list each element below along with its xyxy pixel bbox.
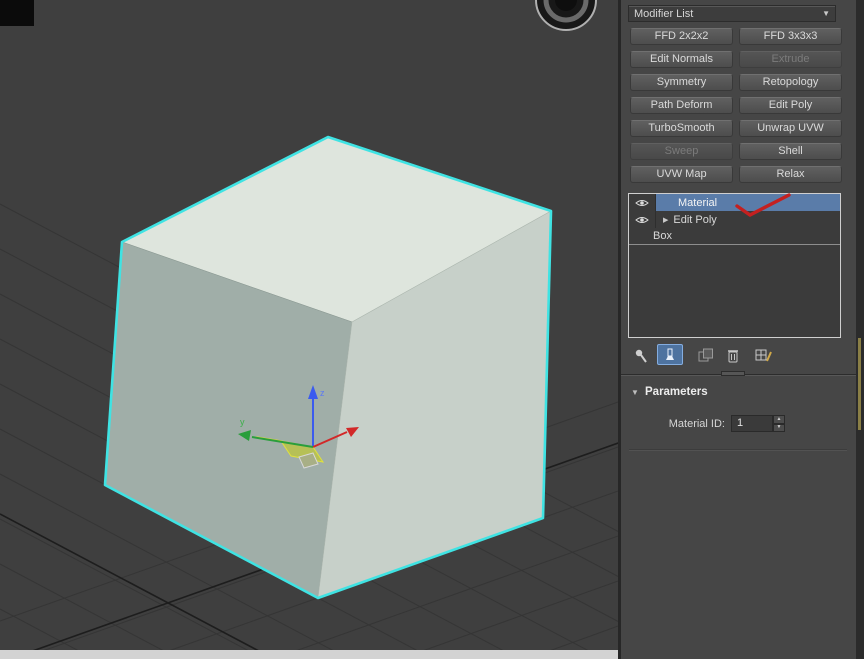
- spinner-up-icon[interactable]: ▲: [773, 415, 785, 424]
- show-end-result-button[interactable]: [657, 344, 683, 365]
- material-id-label: Material ID:: [668, 418, 725, 430]
- make-unique-icon: [698, 348, 713, 362]
- configure-modifier-sets-button[interactable]: [753, 346, 773, 364]
- stack-item-label: Box: [653, 230, 672, 242]
- stack-item-label: Material: [678, 196, 718, 209]
- y-axis-label: y: [240, 417, 245, 427]
- modifier-button-edit-poly[interactable]: Edit Poly: [739, 97, 842, 114]
- modifier-list-dropdown[interactable]: Modifier List ▼: [628, 5, 836, 22]
- modifier-button-sweep: Sweep: [630, 143, 733, 160]
- viewport-canvas[interactable]: z y: [0, 0, 622, 659]
- show-end-result-icon: [666, 348, 674, 360]
- stack-item-material[interactable]: Material: [629, 194, 840, 211]
- material-id-input[interactable]: 1: [731, 415, 773, 432]
- chevron-down-icon: ▼: [822, 9, 830, 18]
- rollout-separator-handle[interactable]: [721, 371, 745, 376]
- visibility-eye-icon[interactable]: [629, 194, 656, 211]
- modifier-button-ffd2x2x2[interactable]: FFD 2x2x2: [630, 28, 733, 45]
- material-id-spinner: ▲ ▼: [773, 415, 785, 432]
- stack-item-edit-poly[interactable]: ▶ Edit Poly: [629, 211, 840, 228]
- remove-modifier-button[interactable]: [725, 346, 741, 364]
- trash-icon: [728, 349, 738, 362]
- modifier-button-turbosmooth[interactable]: TurboSmooth: [630, 120, 733, 137]
- modifier-button-extrude: Extrude: [739, 51, 842, 68]
- expand-arrow-icon[interactable]: ▶: [663, 216, 668, 224]
- stack-item-label: Edit Poly: [673, 213, 717, 226]
- modifier-button-uvw-map[interactable]: UVW Map: [630, 166, 733, 183]
- modifier-button-shell[interactable]: Shell: [739, 143, 842, 160]
- viewport-corner-mask: [0, 0, 34, 26]
- modifier-button-path-deform[interactable]: Path Deform: [630, 97, 733, 114]
- configure-sets-icon: [755, 349, 772, 361]
- stack-item-box[interactable]: Box: [629, 228, 840, 245]
- visibility-eye-icon[interactable]: [629, 211, 656, 228]
- modifier-button-relax[interactable]: Relax: [739, 166, 842, 183]
- viewport-bottom-bar: [0, 650, 621, 659]
- modifier-stack: Material ▶ Edit Poly Box: [628, 193, 841, 338]
- 3ds-max-window: z y Modifier List ▼ FFD 2x2x2 FFD 3x3x3 …: [0, 0, 864, 659]
- modifier-button-symmetry[interactable]: Symmetry: [630, 74, 733, 91]
- make-unique-button[interactable]: [697, 347, 715, 363]
- modify-panel: Modifier List ▼ FFD 2x2x2 FFD 3x3x3 Edit…: [621, 0, 864, 659]
- modifier-button-unwrap-uvw[interactable]: Unwrap UVW: [739, 120, 842, 137]
- pin-stack-button[interactable]: [633, 347, 649, 365]
- z-axis-label: z: [320, 388, 325, 398]
- panel-scrollbar-handle[interactable]: [858, 338, 861, 430]
- modifier-button-retopology[interactable]: Retopology: [739, 74, 842, 91]
- panel-scrollbar[interactable]: [856, 0, 864, 659]
- parameters-rollout-title[interactable]: Parameters: [645, 386, 708, 398]
- rollout-collapse-icon[interactable]: ▼: [631, 388, 639, 397]
- pin-icon: [635, 349, 647, 363]
- spinner-down-icon[interactable]: ▼: [773, 423, 785, 432]
- modifier-list-label: Modifier List: [634, 7, 694, 20]
- modifier-button-edit-normals[interactable]: Edit Normals: [630, 51, 733, 68]
- rollout-bottom-separator: [629, 449, 847, 451]
- viewport[interactable]: z y: [0, 0, 622, 659]
- modifier-button-ffd3x3x3[interactable]: FFD 3x3x3: [739, 28, 842, 45]
- modifier-button-grid: FFD 2x2x2 FFD 3x3x3 Edit Normals Extrude…: [630, 28, 842, 183]
